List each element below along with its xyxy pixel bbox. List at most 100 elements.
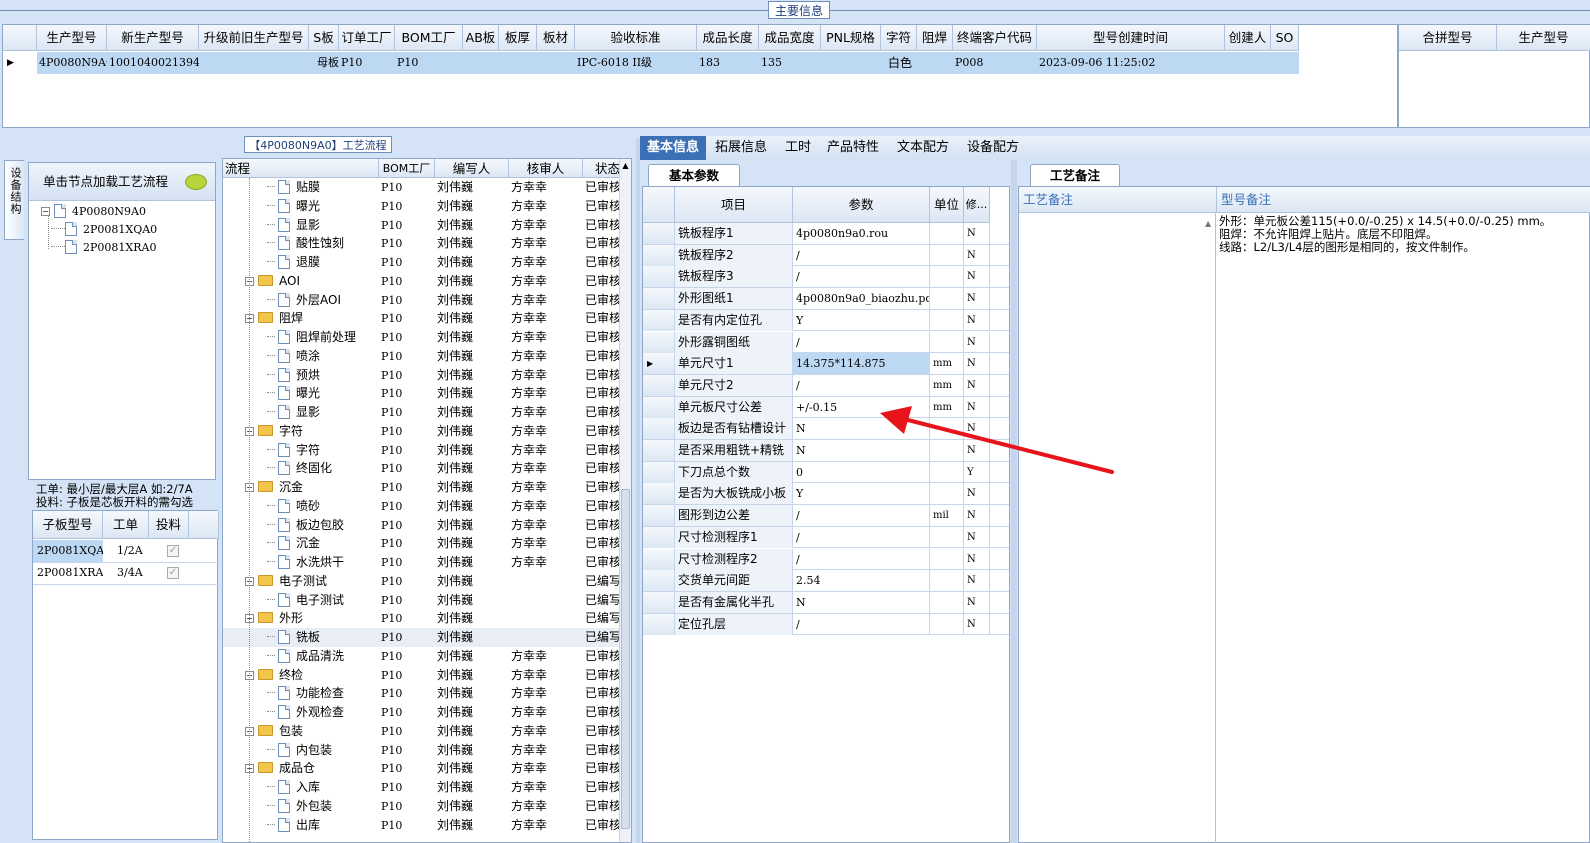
table-row[interactable]: 水洗烘干 P10 刘伟巍 方幸幸 已审核	[223, 553, 631, 572]
col-param[interactable]: 参数	[793, 187, 930, 223]
feed-checkbox[interactable]: ✓	[167, 567, 179, 579]
flow-grid[interactable]: 流程 BOM工厂 编写人 核审人 状态 贴膜 P10 刘伟巍 方幸幸 已审核 曝光 P10 刘…	[222, 158, 632, 843]
cell-9[interactable]: IPC-6018 II级	[575, 52, 697, 74]
param-value-cell[interactable]: /	[793, 613, 930, 635]
table-row[interactable]: 是否有内定位孔 Y N	[643, 309, 1009, 332]
table-row[interactable]: 出库 P10 刘伟巍 方幸幸 已审核	[223, 816, 631, 835]
row-indicator[interactable]	[643, 461, 675, 483]
tab-4[interactable]: 文本配方	[890, 136, 956, 160]
table-row[interactable]: 外形露铜图纸 / N	[643, 331, 1009, 354]
table-row[interactable]: − 外形 P10 刘伟巍 已编写	[223, 609, 631, 628]
row-indicator[interactable]	[643, 483, 675, 505]
cell-14[interactable]	[917, 52, 953, 74]
table-row[interactable]: 功能检查 P10 刘伟巍 方幸幸 已审核	[223, 684, 631, 703]
row-indicator[interactable]	[643, 505, 675, 527]
table-row[interactable]: − 沉金 P10 刘伟巍 方幸幸 已审核	[223, 478, 631, 497]
cell-13[interactable]: 白色	[881, 52, 917, 74]
row-indicator[interactable]: ▶	[643, 353, 675, 375]
table-row[interactable]: 交货单元间距 2.54 N	[643, 570, 1009, 592]
table-row[interactable]: 沉金 P10 刘伟巍 方幸幸 已审核	[223, 534, 631, 553]
param-value-cell[interactable]: 2.54	[793, 570, 930, 592]
feed-checkbox[interactable]: ✓	[167, 545, 179, 557]
tab-1[interactable]: 拓展信息	[708, 136, 774, 160]
table-row[interactable]: 外层AOI P10 刘伟巍 方幸幸 已审核	[223, 291, 631, 310]
table-row[interactable]: 阻焊前处理 P10 刘伟巍 方幸幸 已审核	[223, 328, 631, 347]
table-row[interactable]: 外包装 P10 刘伟巍 方幸幸 已审核	[223, 797, 631, 816]
table-row[interactable]: − 终检 P10 刘伟巍 方幸幸 已审核	[223, 666, 631, 685]
row-indicator[interactable]	[643, 526, 675, 548]
row-indicator[interactable]	[643, 613, 675, 635]
params-grid[interactable]: 项目 参数 单位 修... 铣板程序1 4p0080n9a0.rou N 铣板程序2/…	[642, 186, 1010, 843]
table-row[interactable]: − AOI P10 刘伟巍 方幸幸 已审核	[223, 272, 631, 291]
table-row[interactable]: − 字符 P10 刘伟巍 方幸幸 已审核	[223, 422, 631, 441]
cell-5[interactable]: P10	[395, 52, 463, 74]
cell-0[interactable]: 4P0080N9A0	[37, 52, 107, 74]
merge-model-grid[interactable]: 合拼型号 生产型号	[1398, 24, 1590, 128]
main-info-grid[interactable]: ▶ 生产型号 4P0080N9A0 新生产型号 10010400213940 升级前旧生…	[2, 24, 1398, 128]
params-subtab[interactable]: 基本参数	[648, 164, 740, 186]
table-row[interactable]: 外观检查 P10 刘伟巍 方幸幸 已审核	[223, 703, 631, 722]
col-18[interactable]: SO	[1271, 25, 1299, 51]
remark-scroll-icon[interactable]: ▲	[1205, 219, 1211, 228]
col-writer[interactable]: 编写人	[435, 159, 509, 178]
table-row[interactable]: 入库 P10 刘伟巍 方幸幸 已审核	[223, 778, 631, 797]
table-row[interactable]: 终固化 P10 刘伟巍 方幸幸 已审核	[223, 459, 631, 478]
col-16[interactable]: 型号创建时间	[1037, 25, 1225, 51]
row-indicator[interactable]	[643, 288, 675, 310]
col-8[interactable]: 板材	[537, 25, 575, 51]
table-row[interactable]: 显影 P10 刘伟巍 方幸幸 已审核	[223, 216, 631, 235]
table-row[interactable]: 预烘 P10 刘伟巍 方幸幸 已审核	[223, 366, 631, 385]
table-row[interactable]: 贴膜 P10 刘伟巍 方幸幸 已审核	[223, 178, 631, 197]
col-0[interactable]: 生产型号	[37, 25, 107, 51]
param-value-cell[interactable]: /	[793, 266, 930, 288]
table-row[interactable]: 显影 P10 刘伟巍 方幸幸 已审核	[223, 403, 631, 422]
flow-scrollbar[interactable]: ▲	[619, 159, 631, 842]
param-value-cell[interactable]: /	[793, 331, 930, 353]
row-indicator[interactable]	[643, 266, 675, 288]
param-value-cell[interactable]: Y	[793, 309, 930, 331]
table-row[interactable]: ▶ 单元尺寸1 14.375*114.875 mm N	[643, 353, 1009, 375]
param-value-cell[interactable]: /	[793, 374, 930, 396]
cell-16[interactable]: 2023-09-06 11:25:02	[1037, 52, 1225, 74]
table-row[interactable]: − 成品仓 P10 刘伟巍 方幸幸 已审核	[223, 759, 631, 778]
tree-child[interactable]: 2P0081XRA0	[51, 239, 156, 257]
col-merge-model[interactable]: 合拼型号	[1399, 25, 1497, 51]
col-modified[interactable]: 修...	[964, 187, 990, 223]
tab-0[interactable]: 基本信息	[640, 136, 706, 160]
col-14[interactable]: 阻焊	[917, 25, 953, 51]
table-row[interactable]: 尺寸检测程序1/ N	[643, 526, 1009, 549]
col-12[interactable]: PNL规格	[821, 25, 881, 51]
col-reviewer[interactable]: 核审人	[509, 159, 583, 178]
cell-18[interactable]	[1271, 52, 1299, 74]
table-row[interactable]: 尺寸检测程序2/ N	[643, 548, 1009, 571]
table-row[interactable]: 电子测试 P10 刘伟巍 已编写	[223, 591, 631, 610]
table-row[interactable]: 退膜 P10 刘伟巍 方幸幸 已审核	[223, 253, 631, 272]
col-3[interactable]: S板	[309, 25, 339, 51]
table-row[interactable]: 内包装 P10 刘伟巍 方幸幸 已审核	[223, 741, 631, 760]
cell-11[interactable]: 135	[759, 52, 821, 74]
row-indicator[interactable]	[643, 309, 675, 331]
param-value-cell[interactable]: Y	[793, 483, 930, 505]
row-indicator[interactable]	[643, 374, 675, 396]
param-value-cell[interactable]: /	[793, 244, 930, 266]
table-row[interactable]: 成品清洗 P10 刘伟巍 方幸幸 已审核	[223, 647, 631, 666]
col-bom-factory[interactable]: BOM工厂	[379, 159, 435, 178]
table-row[interactable]: 铣板程序3/ N	[643, 266, 1009, 289]
cell-17[interactable]	[1225, 52, 1271, 74]
col-feed[interactable]: 投料	[149, 511, 189, 539]
row-indicator[interactable]	[643, 591, 675, 613]
load-hint-bar[interactable]: 单击节点加载工艺流程	[29, 163, 215, 201]
col-flow[interactable]: 流程	[223, 159, 379, 178]
param-value-cell[interactable]: /	[793, 505, 930, 527]
table-row[interactable]: 外形图纸1 4p0080n9a0_biaozhu.pdf N	[643, 288, 1009, 310]
param-value-cell[interactable]: 4p0080n9a0.rou	[793, 223, 930, 244]
process-remark-area[interactable]	[1019, 213, 1216, 843]
table-row[interactable]: 铣板程序1 4p0080n9a0.rou N	[643, 223, 1009, 245]
splitter-handle[interactable]	[1011, 160, 1017, 843]
row-indicator[interactable]	[643, 440, 675, 461]
row-indicator[interactable]	[643, 418, 675, 440]
col-item[interactable]: 项目	[675, 187, 793, 223]
col-13[interactable]: 字符	[881, 25, 917, 51]
table-row[interactable]: 曝光 P10 刘伟巍 方幸幸 已审核	[223, 384, 631, 403]
param-value-cell[interactable]: N	[793, 591, 930, 613]
